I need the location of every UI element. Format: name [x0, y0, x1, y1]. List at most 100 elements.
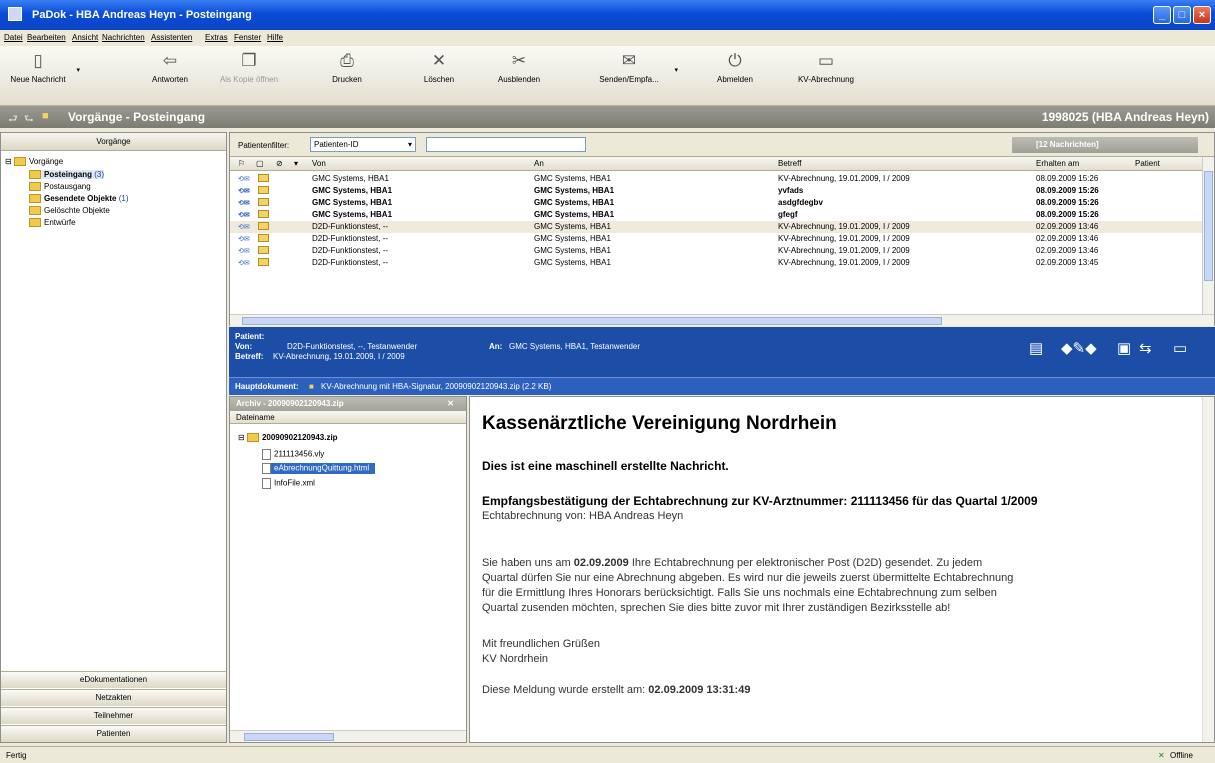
- column-erhalten[interactable]: Erhalten am: [1036, 159, 1079, 168]
- archive-zip-item[interactable]: ⊟ 20090902120943.zip: [238, 433, 338, 443]
- status-text: Fertig: [6, 751, 27, 760]
- table-row[interactable]: ⟲✉ GMC Systems, HBA1 GMC Systems, HBA1 asdg…: [230, 197, 1202, 209]
- archive-file-item[interactable]: eAbrechnungQuittung.html: [262, 463, 376, 474]
- archive-column-header[interactable]: Dateiname: [230, 411, 466, 424]
- auto-generated-note: Dies ist eine maschinell erstellte Nachr…: [482, 459, 729, 473]
- sidebar-item-geloeschte-objekte[interactable]: Gelöschte Objekte: [29, 206, 110, 216]
- reply-status-icon: ⟲✉: [238, 200, 250, 207]
- sidebar-item-posteingang[interactable]: Posteingang (3): [29, 170, 105, 180]
- column-attachment-icon[interactable]: ⊘: [276, 159, 283, 168]
- close-button[interactable]: ×: [1193, 6, 1211, 24]
- message-received: 02.09.2009 13:45: [1036, 258, 1099, 267]
- printer-icon: ⎙: [340, 51, 354, 70]
- horizontal-scrollbar[interactable]: [230, 314, 1214, 326]
- sidebar-button-edokumentationen[interactable]: eDokumentationen: [1, 671, 226, 688]
- kv-billing-button[interactable]: ▭ KV-Abrechnung: [790, 50, 862, 84]
- reply-status-icon: ⟲✉: [238, 248, 250, 255]
- scrollbar-thumb[interactable]: [1204, 171, 1213, 281]
- reply-status-icon: ⟲✉: [238, 176, 250, 183]
- menu-bearbeiten[interactable]: Bearbeiten: [27, 33, 66, 42]
- patient-filter-input[interactable]: [426, 137, 586, 152]
- collapse-icon[interactable]: ⊟: [238, 433, 245, 442]
- sidebar-button-teilnehmer[interactable]: Teilnehmer: [1, 707, 226, 724]
- table-row[interactable]: ⟲✉ D2D-Funktionstest, -- GMC Systems, HBA1…: [230, 233, 1202, 245]
- navigation-arrows-icon[interactable]: ◆✎◆: [1061, 339, 1097, 357]
- sidebar-item-gesendete-objekte[interactable]: Gesendete Objekte (1): [29, 194, 129, 204]
- chevron-down-icon[interactable]: ▾: [76, 66, 80, 74]
- archive-file-item[interactable]: InfoFile.xml: [262, 478, 315, 489]
- main-document-bar[interactable]: Hauptdokument: ■ KV-Abrechnung mit HBA-S…: [229, 377, 1215, 395]
- archive-file-item[interactable]: 211113456.vly: [262, 449, 324, 460]
- column-type-icon[interactable]: ▢: [256, 159, 264, 168]
- patient-filter-select[interactable]: Patienten-ID ▾: [310, 137, 416, 152]
- tree-root[interactable]: ⊟ Vorgänge: [5, 157, 63, 167]
- reply-button[interactable]: ⇦ Antworten: [140, 50, 200, 84]
- send-receive-icon: ✉: [621, 51, 637, 70]
- menu-extras[interactable]: Extras: [205, 33, 228, 42]
- sidebar-button-netzakten[interactable]: Netzakten: [1, 689, 226, 706]
- column-status-icon[interactable]: ⚐: [238, 159, 245, 168]
- delete-button[interactable]: ✕ Löschen: [412, 50, 466, 84]
- message-from: D2D-Funktionstest, --: [312, 222, 389, 231]
- window-icon[interactable]: ▭: [1173, 339, 1187, 357]
- document-icon[interactable]: ▤: [1029, 339, 1043, 357]
- table-row[interactable]: ⟲✉ GMC Systems, HBA1 GMC Systems, HBA1 KV-A…: [230, 173, 1202, 185]
- sidebar: Vorgänge ⊟ Vorgänge Posteingang (3) Post…: [0, 132, 227, 743]
- back-icon[interactable]: ⮐: [8, 110, 18, 129]
- title-bar: PaDok - HBA Andreas Heyn - Posteingang _…: [0, 0, 1215, 30]
- patient-label: Patient:: [235, 332, 265, 341]
- column-von[interactable]: Von: [312, 159, 326, 168]
- print-button[interactable]: ⎙ Drucken: [320, 50, 374, 84]
- sidebar-item-entwuerfe[interactable]: Entwürfe: [29, 218, 76, 228]
- from-value: D2D-Funktionstest, --, Testanwender: [287, 342, 418, 351]
- open-copy-button[interactable]: ❐ Als Kopie öffnen: [218, 50, 280, 84]
- save-icon[interactable]: ▣: [1117, 339, 1131, 357]
- hide-icon: ✂: [511, 51, 527, 70]
- logout-button[interactable]: ⏻ Abmelden: [708, 50, 762, 84]
- vertical-scrollbar[interactable]: [1202, 397, 1214, 742]
- sidebar-item-postausgang[interactable]: Postausgang: [29, 182, 91, 192]
- menu-nachrichten[interactable]: Nachrichten: [102, 33, 145, 42]
- send-receive-button[interactable]: ✉ Senden/Empfa... ▾: [592, 50, 678, 84]
- column-an[interactable]: An: [534, 159, 544, 168]
- toolbar: ▯ Neue Nachricht ▾ ⇦ Antworten ❐ Als Kopie ö…: [0, 46, 1215, 106]
- body-text: Ihre Echtabrechnung per elektronischer P…: [628, 557, 983, 569]
- column-betreff[interactable]: Betreff: [778, 159, 801, 168]
- forward-message-icon[interactable]: ⇆: [1139, 339, 1152, 357]
- table-row[interactable]: ⟲✉ GMC Systems, HBA1 GMC Systems, HBA1 gfeg…: [230, 209, 1202, 221]
- message-list-header: ⚐ ▢ ⊘ ▾ Von An Betreff Erhalten am Patie…: [230, 157, 1214, 171]
- inbox-icon: [29, 170, 41, 180]
- drafts-icon: [29, 218, 41, 228]
- table-row[interactable]: ⟲✉ GMC Systems, HBA1 GMC Systems, HBA1 yvfa…: [230, 185, 1202, 197]
- hide-label: Ausblenden: [497, 75, 541, 84]
- scrollbar-thumb[interactable]: [244, 733, 334, 741]
- chevron-down-icon[interactable]: ▾: [674, 66, 678, 74]
- close-icon[interactable]: ✕: [447, 397, 454, 411]
- collapse-icon[interactable]: ⊟: [5, 157, 12, 166]
- vertical-scrollbar[interactable]: [1202, 157, 1214, 314]
- sidebar-button-patienten[interactable]: Patienten: [1, 725, 226, 742]
- menu-assistenten[interactable]: Assistenten: [151, 33, 192, 42]
- menu-fenster[interactable]: Fenster: [234, 33, 261, 42]
- forward-icon[interactable]: ⮑: [24, 110, 34, 129]
- menu-datei[interactable]: Datei: [4, 33, 23, 42]
- minimize-button[interactable]: _: [1153, 6, 1171, 24]
- new-message-button[interactable]: ▯ Neue Nachricht ▾: [8, 50, 80, 84]
- column-patient[interactable]: Patient: [1135, 159, 1160, 168]
- table-row[interactable]: ⟲✉ D2D-Funktionstest, -- GMC Systems, HBA1…: [230, 257, 1202, 269]
- maximize-button[interactable]: □: [1173, 6, 1191, 24]
- horizontal-scrollbar[interactable]: [230, 730, 466, 742]
- open-copy-label: Als Kopie öffnen: [219, 75, 279, 84]
- table-row[interactable]: ⟲✉ D2D-Funktionstest, -- GMC Systems, HBA1…: [230, 245, 1202, 257]
- menu-ansicht[interactable]: Ansicht: [72, 33, 98, 42]
- column-filter-icon[interactable]: ▾: [294, 159, 298, 168]
- message-subject: KV-Abrechnung, 19.01.2009, I / 2009: [778, 234, 910, 243]
- delete-icon: ✕: [431, 51, 447, 70]
- archive-panel: Archiv - 20090902120943.zip ✕ Dateiname ⊟…: [229, 396, 467, 743]
- menu-hilfe[interactable]: Hilfe: [267, 33, 283, 42]
- sidebar-item-label: Gesendete Objekte: [44, 194, 117, 203]
- attachment-icon: ■: [309, 382, 314, 391]
- table-row[interactable]: ⟲✉ D2D-Funktionstest, -- GMC Systems, HBA1…: [230, 221, 1202, 233]
- hide-button[interactable]: ✂ Ausblenden: [488, 50, 550, 84]
- scrollbar-thumb[interactable]: [242, 317, 942, 325]
